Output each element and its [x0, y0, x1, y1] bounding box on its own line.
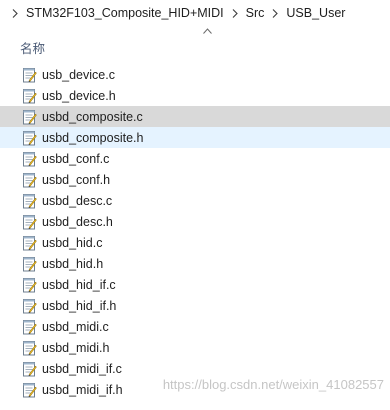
breadcrumb-spacer	[0, 0, 8, 26]
notepad-file-icon	[22, 193, 37, 209]
file-name: usbd_hid_if.h	[42, 299, 117, 313]
notepad-file-icon	[22, 340, 37, 356]
file-name: usbd_midi.c	[42, 320, 109, 334]
file-name: usbd_midi_if.h	[42, 383, 123, 397]
file-list: usb_device.c usb_device.h usbd_composite.c…	[0, 64, 390, 400]
file-row[interactable]: usbd_hid.c	[0, 232, 390, 253]
notepad-file-icon	[22, 214, 37, 230]
chevron-right-icon[interactable]	[228, 0, 242, 26]
file-name: usbd_desc.c	[42, 194, 113, 208]
file-name: usbd_midi.h	[42, 341, 110, 355]
breadcrumb-item-src[interactable]: Src	[242, 0, 269, 26]
notepad-file-icon	[22, 130, 37, 146]
file-row[interactable]: usbd_composite.c	[0, 106, 390, 127]
column-header-name[interactable]: 名称	[20, 38, 45, 57]
chevron-up-icon	[203, 28, 212, 34]
breadcrumb-item-project[interactable]: STM32F103_Composite_HID+MIDI	[22, 0, 228, 26]
notepad-file-icon	[22, 172, 37, 188]
file-name: usbd_conf.h	[42, 173, 111, 187]
file-row[interactable]: usbd_desc.c	[0, 190, 390, 211]
chevron-right-icon[interactable]	[8, 0, 22, 26]
notepad-file-icon	[22, 88, 37, 104]
file-row[interactable]: usbd_midi.h	[0, 337, 390, 358]
notepad-file-icon	[22, 319, 37, 335]
file-row[interactable]: usbd_conf.h	[0, 169, 390, 190]
file-name: usbd_composite.c	[42, 110, 143, 124]
file-name: usbd_hid.h	[42, 257, 104, 271]
file-row[interactable]: usbd_hid_if.c	[0, 274, 390, 295]
file-row[interactable]: usbd_midi_if.c	[0, 358, 390, 379]
file-name: usbd_conf.c	[42, 152, 110, 166]
notepad-file-icon	[22, 361, 37, 377]
file-row[interactable]: usb_device.h	[0, 85, 390, 106]
file-name: usbd_composite.h	[42, 131, 144, 145]
notepad-file-icon	[22, 277, 37, 293]
file-row[interactable]: usbd_composite.h	[0, 127, 390, 148]
file-name: usbd_hid_if.c	[42, 278, 116, 292]
breadcrumb-item-usb-user[interactable]: USB_User	[282, 0, 349, 26]
file-name: usbd_desc.h	[42, 215, 113, 229]
file-row[interactable]: usb_device.c	[0, 64, 390, 85]
file-name: usbd_hid.c	[42, 236, 103, 250]
notepad-file-icon	[22, 298, 37, 314]
file-row[interactable]: usbd_hid.h	[0, 253, 390, 274]
file-name: usbd_midi_if.c	[42, 362, 122, 376]
file-row[interactable]: usbd_conf.c	[0, 148, 390, 169]
file-row[interactable]: usbd_midi.c	[0, 316, 390, 337]
notepad-file-icon	[22, 151, 37, 167]
file-row[interactable]: usbd_desc.h	[0, 211, 390, 232]
chevron-right-icon[interactable]	[268, 0, 282, 26]
notepad-file-icon	[22, 382, 37, 398]
notepad-file-icon	[22, 109, 37, 125]
watermark: https://blog.csdn.net/weixin_41082557	[162, 377, 384, 392]
notepad-file-icon	[22, 256, 37, 272]
notepad-file-icon	[22, 235, 37, 251]
breadcrumb: STM32F103_Composite_HID+MIDI Src USB_Use…	[0, 0, 390, 26]
file-name: usb_device.h	[42, 89, 116, 103]
file-name: usb_device.c	[42, 68, 115, 82]
notepad-file-icon	[22, 67, 37, 83]
file-row[interactable]: usbd_hid_if.h	[0, 295, 390, 316]
column-header-row: 名称	[0, 28, 390, 58]
